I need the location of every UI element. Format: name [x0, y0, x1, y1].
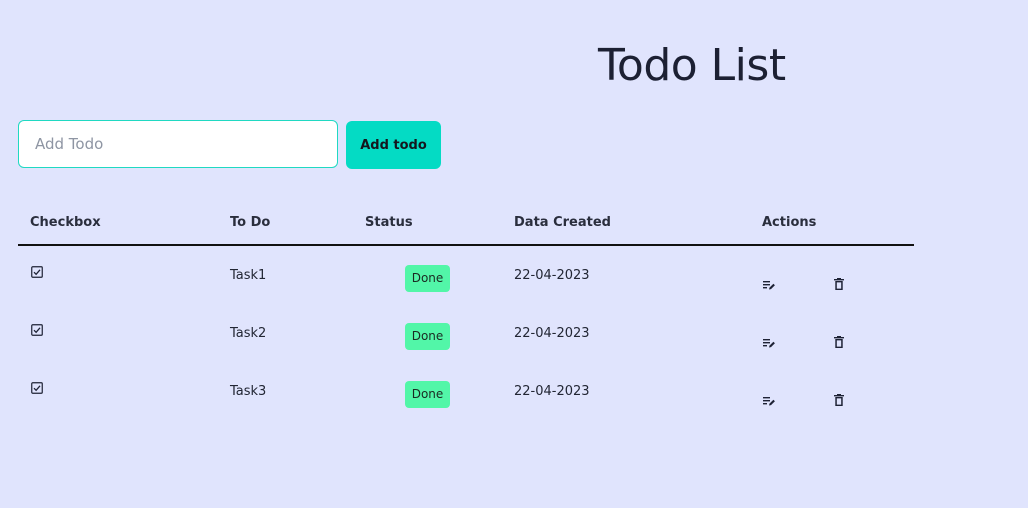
column-header-actions: Actions	[762, 215, 817, 230]
delete-icon[interactable]	[834, 394, 844, 406]
checkbox-checked-icon[interactable]	[31, 382, 43, 394]
column-header-status: Status	[365, 215, 413, 230]
status-badge: Done	[405, 323, 450, 350]
table-row: Task1 Done 22-04-2023	[18, 246, 914, 304]
add-todo-input[interactable]	[18, 120, 338, 168]
todo-text: Task1	[230, 268, 267, 283]
column-header-todo: To Do	[230, 215, 271, 230]
table-row: Task2 Done 22-04-2023	[18, 304, 914, 362]
created-date: 22-04-2023	[514, 326, 590, 341]
status-badge: Done	[405, 381, 450, 408]
add-todo-button[interactable]: Add todo	[346, 121, 441, 169]
edit-icon[interactable]	[763, 280, 775, 290]
edit-icon[interactable]	[763, 396, 775, 406]
todo-text: Task2	[230, 326, 267, 341]
edit-icon[interactable]	[763, 338, 775, 348]
todo-text: Task3	[230, 384, 267, 399]
created-date: 22-04-2023	[514, 384, 590, 399]
checkbox-checked-icon[interactable]	[31, 266, 43, 278]
delete-icon[interactable]	[834, 336, 844, 348]
delete-icon[interactable]	[834, 278, 844, 290]
column-header-date: Data Created	[514, 215, 611, 230]
column-header-checkbox: Checkbox	[30, 215, 101, 230]
checkbox-checked-icon[interactable]	[31, 324, 43, 336]
page-title: Todo List	[598, 40, 786, 91]
created-date: 22-04-2023	[514, 268, 590, 283]
status-badge: Done	[405, 265, 450, 292]
table-header: Checkbox To Do Status Data Created Actio…	[18, 204, 914, 246]
table-row: Task3 Done 22-04-2023	[18, 362, 914, 420]
